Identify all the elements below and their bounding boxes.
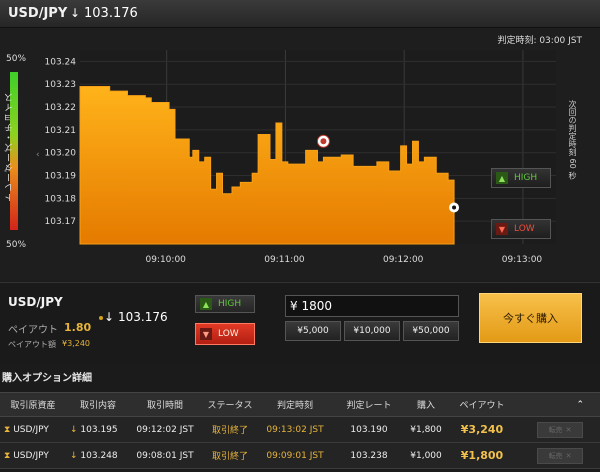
amount-10000-button[interactable]: ¥10,000 xyxy=(344,321,400,341)
price-chart: 09:10:0009:11:0009:12:0009:13:0009:14:00… xyxy=(45,50,556,265)
time-cell: 09:08:01 JST xyxy=(136,450,194,461)
high-button-label: HIGH xyxy=(218,299,242,309)
chart-low-label: LOW xyxy=(514,224,535,234)
status-cell: 取引終了 xyxy=(211,426,248,436)
y-tick-label: 103.24 xyxy=(45,57,77,67)
trend-down-icon: ↓ xyxy=(70,6,81,20)
arrow-down-icon: ▼ xyxy=(496,223,508,235)
chart-low-button[interactable]: ▼ LOW xyxy=(491,219,551,239)
table-header: 取引原資産 取引内容 取引時間 ステータス 判定時刻 判定レート 購入 ペイアウ… xyxy=(0,392,600,417)
trade-trend-down-icon: ↓ xyxy=(104,310,115,324)
trader-choice-bottom-percent: 50% xyxy=(6,240,27,250)
y-tick-label: 103.19 xyxy=(45,172,77,182)
entry-marker-dot xyxy=(320,138,327,145)
judge-time-cell: 09:13:02 JST xyxy=(266,424,324,435)
trend-down-icon: ↓ xyxy=(70,424,78,435)
table-row: ⧗ USD/JPY ↓ 103.248 09:08:01 JST 取引終了 09… xyxy=(0,443,600,469)
col-judge-time: 判定時刻 xyxy=(276,401,313,411)
y-tick-label: 103.23 xyxy=(45,80,77,90)
arrow-down-icon: ▼ xyxy=(200,328,212,340)
collapse-caret-icon[interactable]: ⌃ xyxy=(520,400,600,410)
col-payout: ペイアウト xyxy=(459,401,505,411)
amount-50000-button[interactable]: ¥50,000 xyxy=(403,321,459,341)
sell-cell: 転売 ✕ xyxy=(520,447,600,464)
col-content: 取引内容 xyxy=(79,401,116,411)
sell-label: 転売 xyxy=(548,451,563,460)
col-purchase: 購入 xyxy=(416,401,435,411)
y-tick-label: 103.22 xyxy=(45,103,77,113)
payout-value: 1.80 xyxy=(64,321,92,334)
content-cell: ↓ 103.248 xyxy=(66,451,130,461)
close-icon: ✕ xyxy=(565,425,572,434)
trade-panel: USD/JPY ↓ 103.176 ペイアウト 1.80 ペイアウト額 ¥3,2… xyxy=(0,282,600,365)
payout-cell: ¥1,800 xyxy=(460,449,504,462)
purchase-cell: ¥1,000 xyxy=(410,450,442,461)
next-judge-text: 次回の判定時刻 60 秒 xyxy=(568,100,577,180)
col-asset: 取引原資産 xyxy=(10,401,56,411)
asset-header: USD/JPY ↓ 103.176 xyxy=(0,0,600,28)
content-rate: 103.195 xyxy=(80,424,118,435)
arrow-up-icon: ▲ xyxy=(496,172,508,184)
chart-high-button[interactable]: ▲ HIGH xyxy=(491,168,551,188)
x-tick-label: 09:13:00 xyxy=(502,255,543,265)
options-table: 取引原資産 取引内容 取引時間 ステータス 判定時刻 判定レート 購入 ペイアウ… xyxy=(0,392,600,469)
high-button[interactable]: ▲ HIGH xyxy=(195,295,255,313)
amount-5000-button[interactable]: ¥5,000 xyxy=(285,321,341,341)
asset-pair-title: USD/JPY xyxy=(8,6,68,21)
current-price-marker-dot xyxy=(452,205,457,210)
chart-high-label: HIGH xyxy=(514,173,538,183)
x-tick-label: 09:10:00 xyxy=(145,255,186,265)
asset-cell: ⧗ USD/JPY xyxy=(0,451,66,461)
time-cell: 09:12:02 JST xyxy=(136,424,194,435)
x-tick-label: 09:11:00 xyxy=(264,255,305,265)
y-tick-label: 103.18 xyxy=(45,194,77,204)
asset-value: USD/JPY xyxy=(13,450,49,461)
judge-time-cell: 09:09:01 JST xyxy=(266,450,324,461)
amount-input[interactable]: ¥ 1800 xyxy=(285,295,459,317)
trade-rate: 103.176 xyxy=(118,310,168,324)
trader-choice-label: トレーダーズ・チョイス xyxy=(5,92,15,202)
col-judge-rate: 判定レート xyxy=(346,401,392,411)
content-rate: 103.248 xyxy=(80,450,118,461)
low-button[interactable]: ▼ LOW xyxy=(195,323,255,345)
y-tick-label: 103.20 xyxy=(45,149,77,159)
judge-time: 判定時刻: 03:00 JST xyxy=(497,36,582,46)
payout-amount-label: ペイアウト額 xyxy=(8,340,56,349)
status-cell: 取引終了 xyxy=(211,452,248,462)
payout-cell: ¥3,240 xyxy=(460,423,504,436)
hourglass-icon: ⧗ xyxy=(4,424,11,435)
trader-choice-top-percent: 50% xyxy=(6,54,27,64)
sell-label: 転売 xyxy=(548,425,563,434)
trade-asset-pair: USD/JPY xyxy=(8,295,63,309)
table-row: ⧗ USD/JPY ↓ 103.195 09:12:02 JST 取引終了 09… xyxy=(0,417,600,443)
hourglass-icon: ⧗ xyxy=(4,450,11,461)
payout-label: ペイアウト xyxy=(8,325,58,336)
close-icon: ✕ xyxy=(565,451,572,460)
low-button-label: LOW xyxy=(218,329,239,339)
arrow-up-icon: ▲ xyxy=(200,298,212,310)
status-dot-icon xyxy=(99,316,103,320)
y-tick-label: 103.21 xyxy=(45,126,77,136)
sell-cell: 転売 ✕ xyxy=(520,421,600,438)
sell-button[interactable]: 転売 ✕ xyxy=(537,447,583,464)
judge-rate-cell: 103.238 xyxy=(350,450,388,461)
judge-rate-cell: 103.190 xyxy=(350,424,388,435)
content-cell: ↓ 103.195 xyxy=(66,425,130,435)
current-rate: 103.176 xyxy=(84,6,138,21)
col-time: 取引時間 xyxy=(146,401,183,411)
asset-cell: ⧗ USD/JPY xyxy=(0,425,66,435)
purchase-cell: ¥1,800 xyxy=(410,424,442,435)
sell-button[interactable]: 転売 ✕ xyxy=(537,421,583,438)
options-title: 購入オプション詳細 xyxy=(2,373,92,384)
y-tick-label: 103.17 xyxy=(45,217,77,227)
col-status: ステータス xyxy=(207,401,253,411)
payout-amount-value: ¥3,240 xyxy=(62,339,90,348)
buy-now-button[interactable]: 今すぐ購入 xyxy=(479,293,582,343)
trend-down-icon: ↓ xyxy=(70,450,78,461)
asset-value: USD/JPY xyxy=(13,424,49,435)
x-tick-label: 09:12:00 xyxy=(383,255,424,265)
